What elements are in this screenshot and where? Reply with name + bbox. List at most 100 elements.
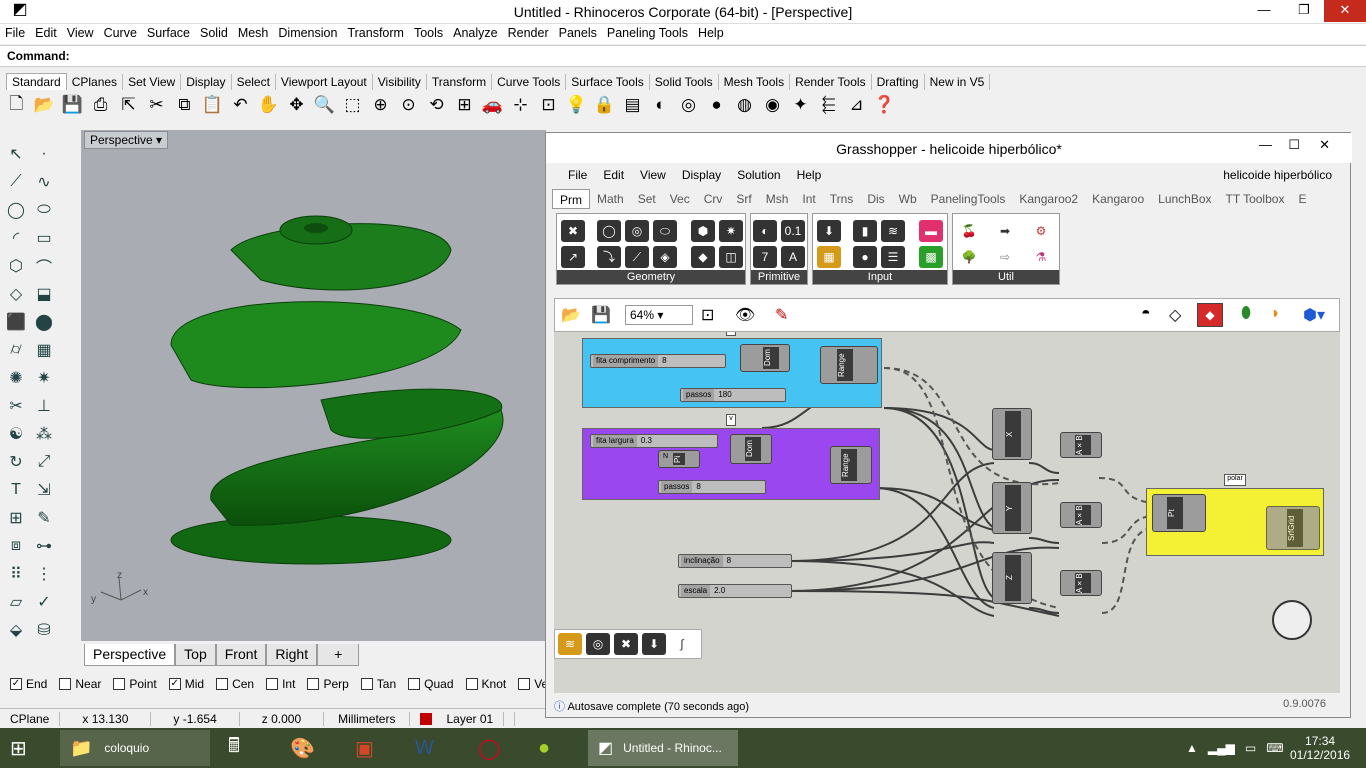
gh-panel-icon[interactable]: ▮ — [853, 220, 877, 242]
gh-arc-icon[interactable]: ◎ — [625, 220, 649, 242]
gh-curve-icon[interactable]: ⬭ — [653, 220, 677, 242]
tab-drafting[interactable]: Drafting — [872, 74, 925, 90]
zoom-extents-icon[interactable]: ⊕ — [368, 93, 393, 117]
gh-widget-curve-icon[interactable]: ◎ — [586, 633, 610, 655]
fillet-icon[interactable]: ⌒ — [30, 252, 58, 280]
tray-arrow-icon[interactable]: ▲ — [1186, 741, 1198, 755]
menu-analyze[interactable]: Analyze — [448, 24, 502, 42]
gh-slider-passos-1[interactable]: passos 180 — [680, 388, 786, 402]
render-sphere-icon[interactable]: ● — [704, 93, 729, 117]
gh-point-component[interactable]: Pt — [1152, 494, 1206, 532]
four-view-icon[interactable]: ⊞ — [452, 93, 477, 117]
explode-icon[interactable]: ✷ — [30, 364, 58, 392]
gh-settings-icon[interactable]: ⬢▾ — [1303, 305, 1325, 325]
gh-panel-v[interactable]: v — [726, 414, 736, 426]
array-icon[interactable]: ⤢ — [30, 448, 58, 476]
lock-icon[interactable]: 🔒 — [592, 93, 617, 117]
tab-surface-tools[interactable]: Surface Tools — [566, 74, 650, 90]
osnap-perp-checkbox[interactable] — [307, 678, 320, 690]
battery-icon[interactable]: ▭ — [1245, 741, 1256, 755]
tab-viewport-layout[interactable]: Viewport Layout — [276, 74, 373, 90]
layer-icon[interactable]: ▤ — [620, 93, 645, 117]
gh-tab-wb[interactable]: Wb — [892, 189, 924, 209]
gh-tab-tt-toolbox[interactable]: TT Toolbox — [1219, 189, 1292, 209]
gh-menu-edit[interactable]: Edit — [595, 165, 632, 185]
paste-icon[interactable]: 📋 — [200, 93, 225, 117]
gh-list-icon[interactable]: ☰ — [881, 246, 905, 268]
boolean-icon[interactable]: ☯ — [2, 420, 30, 448]
osnap-int[interactable]: Int — [266, 677, 295, 691]
gh-tab-msh[interactable]: Msh — [759, 189, 796, 209]
solid-box-icon[interactable]: ⧈ — [2, 532, 30, 560]
taskbar-rhino[interactable]: ◩ Untitled - Rhinoc... — [588, 730, 738, 766]
color-wheel-icon[interactable]: ◎ — [676, 93, 701, 117]
menu-transform[interactable]: Transform — [342, 24, 409, 42]
gh-expression-x[interactable]: X — [992, 408, 1032, 460]
tab-curve-tools[interactable]: Curve Tools — [492, 74, 567, 90]
point-icon[interactable]: · — [30, 140, 58, 168]
analyze-icon[interactable]: ▱ — [2, 588, 30, 616]
gh-dom-component-2[interactable]: Dom — [730, 434, 772, 464]
dimension-tool-icon[interactable]: ⊶ — [30, 532, 58, 560]
status-units[interactable]: Millimeters — [324, 711, 411, 726]
circle-icon[interactable]: ◯ — [2, 196, 30, 224]
rotate-view-icon[interactable]: ⟲ — [424, 93, 449, 117]
gh-menu-display[interactable]: Display — [674, 165, 729, 185]
select-arrow-icon[interactable]: ↖ — [2, 140, 30, 168]
osnap-cen-checkbox[interactable] — [216, 678, 229, 690]
osnap-int-checkbox[interactable] — [266, 678, 279, 690]
osnap-mid[interactable]: ✓ Mid — [168, 677, 204, 691]
text-icon[interactable]: T — [2, 476, 30, 504]
osnap-tan[interactable]: Tan — [360, 677, 396, 691]
osnap-mid-checkbox[interactable]: ✓ — [168, 678, 181, 690]
gh-tab-kangaroo[interactable]: Kangaroo — [1085, 189, 1151, 209]
properties-icon[interactable]: ◐ — [648, 93, 673, 117]
gh-image-sampler-icon[interactable]: ▦ — [817, 246, 841, 268]
polygon-icon[interactable]: ⬡ — [2, 252, 30, 280]
gh-knob-icon[interactable]: ● — [853, 246, 877, 268]
align-icon[interactable]: ⋮ — [30, 560, 58, 588]
paint-bucket-icon[interactable]: ⛁ — [30, 616, 58, 644]
gh-tab-math[interactable]: Math — [590, 189, 631, 209]
material-sphere-icon[interactable]: ◍ — [732, 93, 757, 117]
gh-bake-icon[interactable]: ⬮ — [1241, 305, 1251, 323]
gh-preview-off-icon[interactable]: ◓ — [1141, 305, 1151, 323]
split-icon[interactable]: ⊥ — [30, 392, 58, 420]
calculator-icon[interactable]: 🖩 — [228, 730, 240, 766]
scale-icon[interactable]: ⇲ — [30, 476, 58, 504]
render-icon[interactable]: ◉ — [760, 93, 785, 117]
gh-slider-inclinacao[interactable]: inclinação 8 — [678, 554, 792, 568]
edit-icon[interactable]: ✎ — [30, 504, 58, 532]
box-icon[interactable]: ⬛ — [2, 308, 30, 336]
gh-menu-help[interactable]: Help — [789, 165, 830, 185]
cut-icon[interactable]: ✂ — [144, 93, 169, 117]
gh-shaded-preview-icon[interactable]: ◆ — [1197, 303, 1223, 327]
gh-multiply-x[interactable]: A×B — [1060, 432, 1102, 458]
gh-galapagos-icon[interactable]: ⚙ — [1029, 220, 1053, 242]
check-icon[interactable]: ✓ — [30, 588, 58, 616]
gh-panel-polar[interactable]: polar — [1224, 474, 1246, 486]
car-icon[interactable]: 🚗 — [480, 93, 505, 117]
add-viewport-tab[interactable]: + — [317, 644, 360, 666]
gh-menu-file[interactable]: File — [560, 165, 595, 185]
menu-mesh[interactable]: Mesh — [233, 24, 274, 42]
zoom-icon[interactable]: 🔍 — [312, 93, 337, 117]
tab-mesh-tools[interactable]: Mesh Tools — [719, 74, 791, 90]
gh-tab-int[interactable]: Int — [795, 189, 822, 209]
gh-graph-icon[interactable]: ≋ — [881, 220, 905, 242]
gh-widget-geometry-icon[interactable]: ✖ — [614, 633, 638, 655]
menu-curve[interactable]: Curve — [99, 24, 142, 42]
gh-slider-escala[interactable]: escala 2.0 — [678, 584, 792, 598]
osnap-knot-checkbox[interactable] — [465, 678, 478, 690]
undo-icon[interactable]: ↶ — [228, 93, 253, 117]
gh-mesh-icon[interactable]: ◆ — [691, 246, 715, 268]
gh-matrix-icon[interactable]: ▩ — [919, 246, 943, 268]
zoom-selected-icon[interactable]: ⊙ — [396, 93, 421, 117]
gh-field-icon[interactable]: ◫ — [719, 246, 743, 268]
signal-icon[interactable]: ▂▄▆ — [1208, 741, 1235, 755]
tab-visibility[interactable]: Visibility — [373, 74, 427, 90]
tab-right[interactable]: Right — [266, 644, 318, 666]
gh-tab-trns[interactable]: Trns — [823, 189, 861, 209]
tab-perspective[interactable]: Perspective — [84, 644, 176, 666]
tab-render-tools[interactable]: Render Tools — [790, 74, 872, 90]
